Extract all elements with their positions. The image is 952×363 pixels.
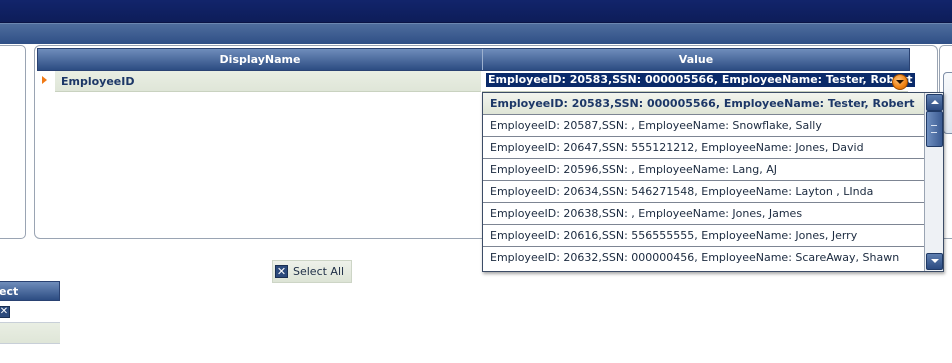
cell-value-selected-text[interactable]: EmployeeID: 20583,SSN: 000005566, Employ… — [486, 73, 915, 87]
dropdown-scrollbar[interactable] — [924, 93, 943, 271]
cell-value-combobox[interactable]: EmployeeID: 20583,SSN: 000005566, Employ… — [482, 71, 915, 92]
toolbar-band — [0, 23, 952, 44]
mini-grid-row[interactable]: ✕ — [0, 302, 60, 323]
scroll-thumb[interactable] — [926, 111, 943, 147]
dropdown-item[interactable]: EmployeeID: 20587,SSN: , EmployeeName: S… — [483, 115, 924, 137]
dropdown-item[interactable]: EmployeeID: 20638,SSN: , EmployeeName: J… — [483, 203, 924, 225]
scroll-up-arrow-icon[interactable] — [926, 94, 943, 111]
right-side-button[interactable] — [943, 72, 952, 134]
dropdown-item[interactable]: EmployeeID: 20634,SSN: 546271548, Employ… — [483, 181, 924, 203]
select-all-button[interactable]: ✕ Select All — [272, 260, 352, 283]
mini-grid-row[interactable] — [0, 323, 60, 344]
grid-header: DisplayName Value — [37, 48, 910, 71]
column-header-value[interactable]: Value — [483, 49, 909, 70]
select-all-label: Select All — [293, 265, 345, 278]
dropdown-item[interactable]: EmployeeID: 20616,SSN: 556555555, Employ… — [483, 225, 924, 247]
chevron-down-icon[interactable] — [892, 74, 908, 90]
x-checkbox-icon[interactable]: ✕ — [275, 265, 288, 278]
mini-grid-header: ect — [0, 281, 60, 301]
dropdown-item[interactable]: EmployeeID: 20583,SSN: 000005566, Employ… — [483, 93, 924, 115]
left-panel — [0, 45, 26, 239]
cell-display-name[interactable]: EmployeeID — [55, 71, 481, 92]
dropdown-item[interactable]: EmployeeID: 20632,SSN: 000000456, Employ… — [483, 247, 924, 269]
triangle-right-icon — [42, 76, 47, 84]
scroll-down-arrow-icon[interactable] — [926, 253, 943, 270]
column-header-displayname[interactable]: DisplayName — [38, 49, 483, 70]
x-checkbox-icon[interactable]: ✕ — [0, 306, 10, 318]
dropdown-item[interactable]: EmployeeID: 20647,SSN: 555121212, Employ… — [483, 137, 924, 159]
cell-display-name-text: EmployeeID — [61, 75, 135, 88]
top-title-bar — [0, 0, 952, 23]
dropdown-list[interactable]: EmployeeID: 20583,SSN: 000005566, Employ… — [482, 92, 944, 272]
dropdown-item[interactable]: EmployeeID: 20596,SSN: , EmployeeName: L… — [483, 159, 924, 181]
